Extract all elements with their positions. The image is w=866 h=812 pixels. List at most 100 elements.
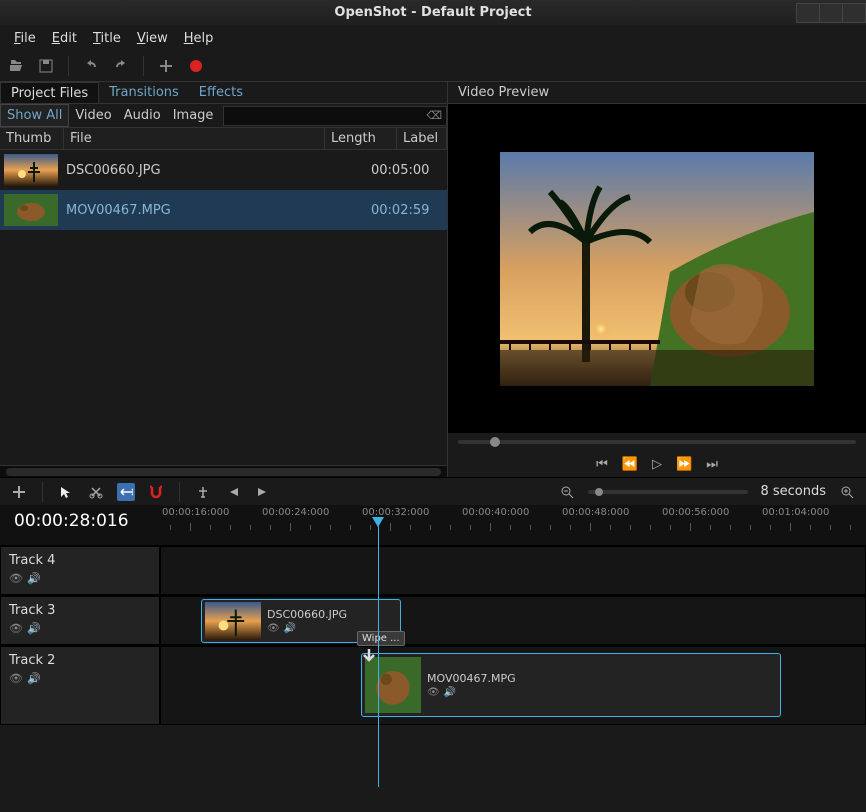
timecode-display: 00:00:28:016	[0, 505, 160, 545]
menubar: File Edit Title View Help	[0, 25, 866, 51]
filter-image[interactable]: Image	[167, 105, 220, 126]
main-area: Project Files Transitions Effects Show A…	[0, 81, 866, 477]
prev-marker-icon[interactable]	[224, 483, 242, 501]
preview-area[interactable]	[448, 104, 866, 433]
speaker-icon[interactable]: 🔊	[284, 623, 296, 634]
file-thumbnail	[4, 194, 58, 226]
file-name: MOV00467.MPG	[66, 203, 371, 218]
timeline-ruler[interactable]: 00:00:16:00000:00:24:00000:00:32:00000:0…	[160, 505, 866, 545]
zoom-thumb[interactable]	[595, 488, 603, 496]
transition-label[interactable]: Wipe ...	[357, 631, 405, 646]
playhead[interactable]	[378, 517, 379, 787]
jump-start-icon[interactable]: ⏮	[596, 457, 608, 472]
track-lane[interactable]: DSC00660.JPG 👁 🔊	[160, 596, 866, 645]
track-label[interactable]: Track 3👁🔊	[0, 596, 160, 645]
maximize-button[interactable]	[819, 3, 843, 23]
file-length: 00:02:59	[371, 203, 443, 218]
ruler-tick-label: 00:00:16:000	[162, 507, 229, 518]
next-marker-icon[interactable]	[254, 483, 272, 501]
file-length: 00:05:00	[371, 163, 443, 178]
import-files-icon[interactable]	[156, 56, 176, 76]
file-row[interactable]: DSC00660.JPG 00:05:00	[0, 150, 447, 190]
fast-forward-icon[interactable]: ⏩	[676, 457, 692, 472]
track-label[interactable]: Track 2👁🔊	[0, 646, 160, 725]
window-controls	[797, 3, 866, 23]
col-length[interactable]: Length	[325, 128, 397, 149]
ruler-tick-label: 00:00:56:000	[662, 507, 729, 518]
clip[interactable]: MOV00467.MPG👁🔊	[361, 653, 781, 717]
preview-frame	[500, 152, 814, 386]
zoom-slider[interactable]	[588, 490, 748, 494]
close-button[interactable]	[842, 3, 866, 23]
save-project-icon[interactable]	[36, 56, 56, 76]
pointer-tool-icon[interactable]	[57, 483, 75, 501]
menu-edit[interactable]: Edit	[44, 29, 85, 48]
play-icon[interactable]: ▷	[652, 457, 662, 472]
col-label[interactable]: Label	[397, 128, 447, 149]
export-video-icon[interactable]	[186, 56, 206, 76]
menu-title[interactable]: Title	[85, 29, 129, 48]
table-header: Thumb File Length Label	[0, 128, 447, 150]
tl-separator-2	[179, 482, 180, 502]
timeline: 00:00:28:016 00:00:16:000 00:00:24:000 00:…	[0, 505, 866, 725]
snap-tool-icon[interactable]	[147, 483, 165, 501]
speaker-icon[interactable]: 🔊	[27, 672, 41, 685]
menu-file[interactable]: File	[6, 29, 44, 48]
col-file[interactable]: File	[64, 128, 325, 149]
tab-transitions[interactable]: Transitions	[99, 82, 189, 103]
minimize-button[interactable]	[796, 3, 820, 23]
left-panel: Project Files Transitions Effects Show A…	[0, 82, 448, 477]
eye-icon[interactable]: 👁	[9, 622, 23, 635]
seek-track[interactable]	[458, 440, 856, 444]
track-name: Track 4	[9, 553, 151, 568]
tracks: Track 4👁🔊Track 3👁🔊DSC00660.JPG👁🔊Track 2👁…	[0, 545, 866, 725]
rewind-icon[interactable]: ⏪	[622, 457, 638, 472]
timeline-header: 00:00:28:016 00:00:16:000 00:00:24:000 00:…	[0, 505, 866, 545]
jump-end-icon[interactable]: ⏭	[706, 457, 718, 472]
zoom-in-icon[interactable]	[838, 483, 856, 501]
add-track-icon[interactable]	[10, 483, 28, 501]
tab-project-files[interactable]: Project Files	[0, 82, 99, 103]
eye-icon[interactable]: 👁	[427, 687, 440, 698]
undo-icon[interactable]	[81, 56, 101, 76]
tab-effects[interactable]: Effects	[189, 82, 253, 103]
speaker-icon[interactable]: 🔊	[27, 622, 41, 635]
eye-icon[interactable]: 👁	[267, 623, 280, 634]
ruler-tick-label: 00:01:04:000	[762, 507, 829, 518]
filter-audio[interactable]: Audio	[118, 105, 167, 126]
resize-tool-icon[interactable]	[117, 483, 135, 501]
seek-bar[interactable]	[448, 433, 866, 451]
speaker-icon[interactable]: 🔊	[27, 572, 41, 585]
clip-thumbnail	[205, 602, 261, 640]
panel-tabs: Project Files Transitions Effects	[0, 82, 447, 104]
record-dot-icon	[190, 60, 202, 72]
zoom-out-icon[interactable]	[558, 483, 576, 501]
eye-icon[interactable]: 👁	[9, 572, 23, 585]
track-lane[interactable]	[160, 546, 866, 595]
titlebar: OpenShot - Default Project	[0, 0, 866, 25]
track: Track 2👁🔊MOV00467.MPG👁🔊Wipe ...	[0, 645, 866, 725]
redo-icon[interactable]	[111, 56, 131, 76]
clear-search-icon[interactable]: ⌫	[426, 109, 442, 122]
open-project-icon[interactable]	[6, 56, 26, 76]
file-row[interactable]: MOV00467.MPG 00:02:59	[0, 190, 447, 230]
seek-thumb[interactable]	[490, 437, 500, 447]
add-marker-icon[interactable]	[194, 483, 212, 501]
eye-icon[interactable]: 👁	[9, 672, 23, 685]
track-lane[interactable]: MOV00467.MPG👁🔊Wipe ...	[160, 646, 866, 725]
menu-help[interactable]: Help	[176, 29, 222, 48]
clip-label: DSC00660.JPG	[267, 608, 347, 621]
col-thumb[interactable]: Thumb	[0, 128, 64, 149]
ruler-tick-label: 00:00:24:000	[262, 507, 329, 518]
horizontal-scrollbar[interactable]	[0, 465, 447, 477]
track-label[interactable]: Track 4 👁 🔊	[0, 546, 160, 595]
filter-show-all[interactable]: Show All	[0, 104, 69, 127]
zoom-label: 8 seconds	[760, 484, 826, 499]
menu-view[interactable]: View	[129, 29, 176, 48]
search-input[interactable]: ⌫	[223, 106, 447, 126]
speaker-icon[interactable]: 🔊	[444, 687, 456, 698]
razor-tool-icon[interactable]	[87, 483, 105, 501]
filter-video[interactable]: Video	[69, 105, 117, 126]
scrollbar-thumb[interactable]	[6, 468, 441, 476]
timeline-toolbar: 8 seconds	[0, 477, 866, 505]
